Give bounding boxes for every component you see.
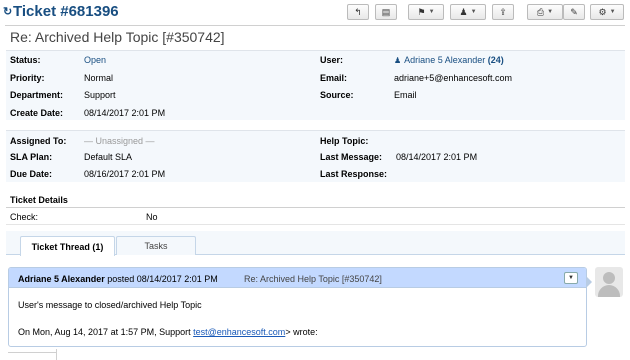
- refresh-icon[interactable]: ↻: [3, 5, 12, 18]
- reply-icon: ↰: [354, 6, 362, 17]
- thread-timeline-line: [56, 349, 57, 360]
- ticket-title[interactable]: Ticket #681396: [13, 3, 119, 20]
- thread-author: Adriane 5 Alexander: [18, 274, 105, 284]
- ticket-tabs: Ticket Thread (1) Tasks: [6, 231, 625, 256]
- tab-ticket-thread[interactable]: Ticket Thread (1): [20, 236, 115, 256]
- quote-prefix: On Mon, Aug 14, 2017 at 1:57 PM, Support: [18, 327, 194, 337]
- transfer-icon: ⇪: [499, 6, 507, 17]
- avatar: [595, 267, 623, 297]
- assign-button[interactable]: ♟ ▼: [450, 4, 486, 20]
- email-value: adriane+5@enhancesoft.com: [394, 73, 512, 83]
- ticket-header: ↻ Ticket #681396 ↰ ▤ ⚑ ▼ ♟ ▼ ⇪ ⎙ ▼ ✎ ⚙ ▼: [0, 0, 630, 26]
- sla-plan-value: Default SLA: [84, 152, 133, 162]
- check-label: Check:: [10, 212, 39, 222]
- chevron-down-icon: ▼: [547, 9, 554, 15]
- assigned-to-label: Assigned To:: [10, 136, 67, 146]
- thread-timeline-base: [8, 352, 56, 353]
- create-date-value: 08/14/2017 2:01 PM: [84, 108, 166, 118]
- priority-label: Priority:: [10, 73, 45, 83]
- back-button[interactable]: ↰: [347, 4, 369, 20]
- chevron-down-icon: ▼: [470, 9, 477, 15]
- note-icon: ▤: [381, 6, 391, 17]
- sla-plan-label: SLA Plan:: [10, 152, 53, 162]
- ticket-subject: Re: Archived Help Topic [#350742]: [10, 29, 225, 45]
- check-value: No: [146, 212, 158, 222]
- thread-entry-header: Adriane 5 Alexander posted 08/14/2017 2:…: [9, 268, 586, 288]
- user-icon: ♟: [459, 6, 468, 17]
- quote-suffix: > wrote:: [285, 327, 318, 337]
- edit-button[interactable]: ✎: [563, 4, 585, 20]
- thread-subject: Re: Archived Help Topic [#350742]: [244, 274, 382, 284]
- chevron-down-icon: ▼: [428, 9, 435, 15]
- priority-value: Normal: [84, 73, 114, 83]
- avatar-head: [603, 272, 615, 284]
- department-value: Support: [84, 90, 116, 100]
- thread-author-line: Adriane 5 Alexander posted 08/14/2017 2:…: [18, 274, 218, 284]
- department-label: Department:: [10, 90, 64, 100]
- last-message-label: Last Message:: [320, 152, 383, 162]
- status-value: Open: [84, 55, 107, 65]
- last-response-label: Last Response:: [320, 169, 388, 179]
- settings-button[interactable]: ⚙ ▼: [590, 4, 624, 20]
- source-label: Source:: [320, 90, 354, 100]
- thread-menu-button[interactable]: ▼: [564, 272, 578, 284]
- header-divider: [5, 25, 625, 26]
- email-label: Email:: [320, 73, 348, 83]
- flag-icon: ⚑: [417, 6, 426, 17]
- user-name: Adriane 5 Alexander: [404, 55, 486, 65]
- edit-icon: ✎: [570, 6, 578, 17]
- source-value: Email: [394, 90, 417, 100]
- ticket-details-title: Ticket Details: [10, 195, 68, 205]
- chevron-down-icon: ▼: [609, 9, 616, 15]
- last-message-value: 08/14/2017 2:01 PM: [396, 152, 478, 162]
- tab-tasks[interactable]: Tasks: [116, 236, 196, 255]
- user-icon: ♟: [394, 56, 402, 65]
- thread-entry: Adriane 5 Alexander posted 08/14/2017 2:…: [8, 267, 587, 347]
- help-topic-label: Help Topic:: [320, 136, 369, 146]
- transfer-button[interactable]: ⇪: [492, 4, 514, 20]
- thread-posted: posted 08/14/2017 2:01 PM: [107, 274, 218, 284]
- flag-button[interactable]: ⚑ ▼: [408, 4, 444, 20]
- print-button[interactable]: ⎙ ▼: [527, 4, 563, 20]
- gear-icon: ⚙: [598, 6, 607, 17]
- thread-pointer: [586, 276, 592, 288]
- user-link[interactable]: ♟ Adriane 5 Alexander (24): [394, 55, 504, 65]
- assigned-to-value: — Unassigned —: [84, 136, 155, 146]
- user-ticket-count: (24): [487, 55, 504, 65]
- user-label: User:: [320, 55, 344, 65]
- email-link[interactable]: test@enhancesoft.com: [193, 327, 285, 337]
- thread-quote-line: On Mon, Aug 14, 2017 at 1:57 PM, Support…: [18, 327, 318, 337]
- create-date-label: Create Date:: [10, 108, 64, 118]
- status-label: Status:: [10, 55, 41, 65]
- note-button[interactable]: ▤: [375, 4, 397, 20]
- check-row: Check: No: [6, 207, 625, 225]
- print-icon: ⎙: [536, 6, 545, 17]
- due-date-value: 08/16/2017 2:01 PM: [84, 169, 166, 179]
- thread-body-line: User's message to closed/archived Help T…: [18, 300, 202, 310]
- due-date-label: Due Date:: [10, 169, 53, 179]
- avatar-body: [598, 285, 620, 297]
